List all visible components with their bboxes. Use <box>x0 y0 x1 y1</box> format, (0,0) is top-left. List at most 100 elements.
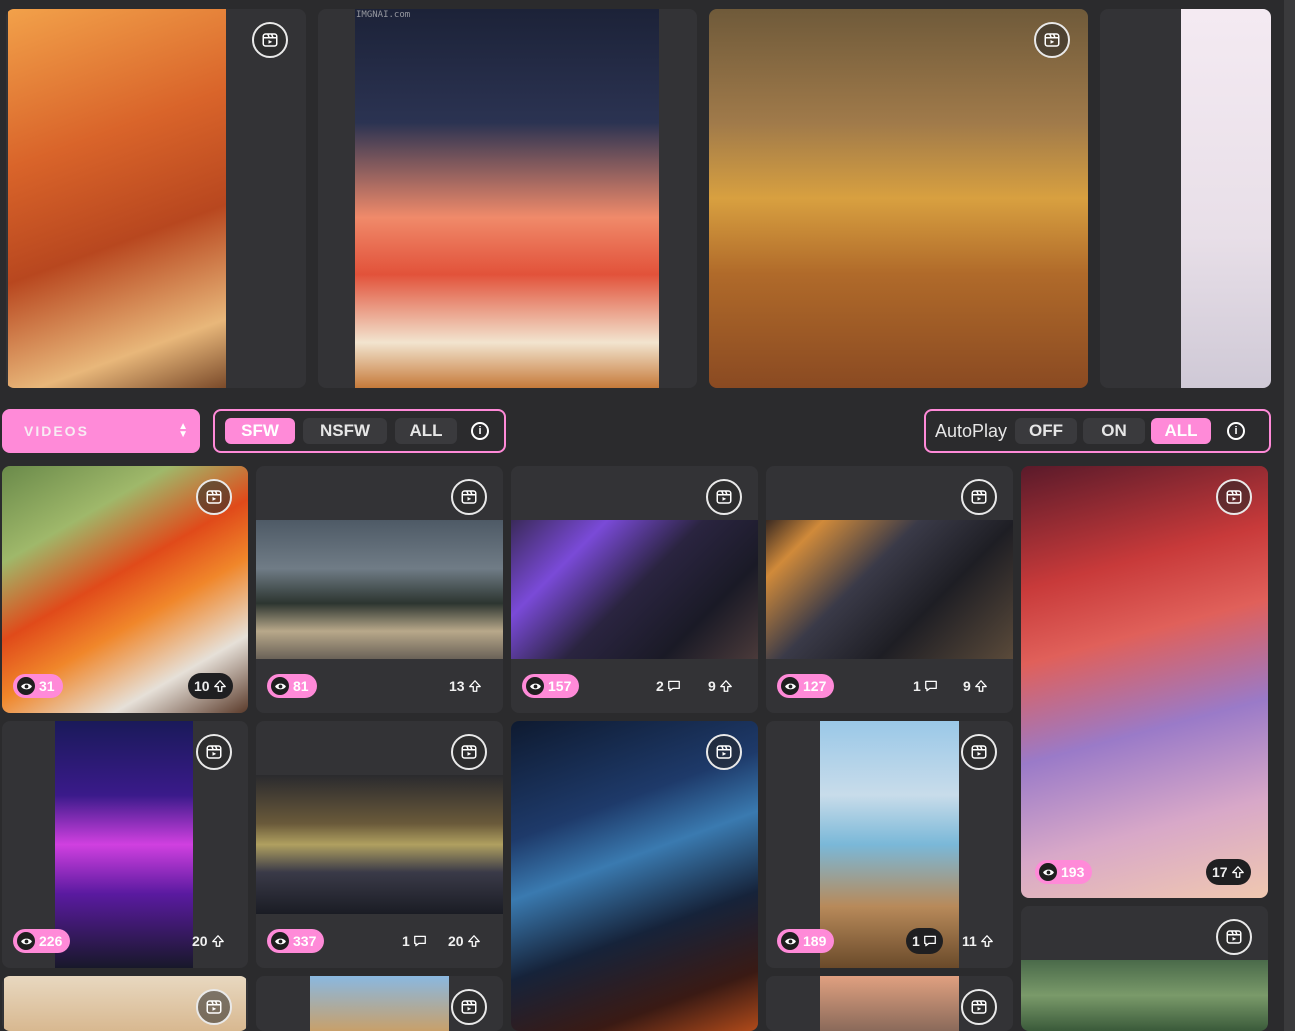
views-badge: 157 <box>522 674 580 698</box>
info-icon[interactable]: i <box>1227 422 1246 440</box>
feed-card-4[interactable]: 127 1 9 <box>766 466 1013 713</box>
likes-count[interactable]: 9 <box>963 678 988 694</box>
views-badge: 193 <box>1035 860 1093 884</box>
eye-icon <box>526 677 544 695</box>
video-icon[interactable] <box>196 479 232 515</box>
comments-count[interactable]: 2 <box>656 678 681 694</box>
autoplay-on[interactable]: ON <box>1083 418 1146 444</box>
likes-count[interactable]: 9 <box>708 678 733 694</box>
upvote-icon <box>211 934 225 948</box>
views-badge: 127 <box>777 674 835 698</box>
feed-card-12[interactable] <box>256 976 503 1031</box>
thumbnail-image <box>820 976 959 1031</box>
eye-icon <box>781 677 799 695</box>
watermark: IMGNAI.com <box>356 10 411 20</box>
filter-sfw[interactable]: SFW <box>225 418 295 444</box>
autoplay-all[interactable]: ALL <box>1151 418 1212 444</box>
thumbnail-image <box>55 721 193 968</box>
thumbnail-image <box>256 775 503 914</box>
feed-card-1[interactable]: 31 10 <box>2 466 248 713</box>
thumbnail-image <box>766 520 1013 659</box>
views-badge: 81 <box>267 674 317 698</box>
upvote-icon <box>719 679 733 693</box>
eye-icon <box>1039 863 1057 881</box>
views-badge: 189 <box>777 929 835 953</box>
likes-count[interactable]: 10 <box>188 673 233 699</box>
content-filter: SFW NSFW ALL i <box>213 409 506 453</box>
select-arrows-icon: ▲ ▼ <box>178 421 188 440</box>
feed-card-13[interactable] <box>766 976 1013 1031</box>
comment-icon <box>923 934 937 948</box>
video-icon[interactable] <box>1216 919 1252 955</box>
thumbnail-image <box>310 976 449 1031</box>
eye-icon <box>17 932 35 950</box>
filter-nsfw[interactable]: NSFW <box>303 418 387 444</box>
autoplay-label: AutoPlay <box>935 420 1008 441</box>
likes-count[interactable]: 17 <box>1206 859 1251 885</box>
video-icon[interactable] <box>706 479 742 515</box>
eye-icon <box>781 932 799 950</box>
eye-icon <box>17 677 35 695</box>
upvote-icon <box>468 679 482 693</box>
feed-card-8[interactable] <box>511 721 758 1031</box>
feed-card-9[interactable]: 189 1 11 <box>766 721 1013 968</box>
thumbnail-image <box>1021 960 1268 1031</box>
eye-icon <box>271 932 289 950</box>
video-icon[interactable] <box>252 22 288 58</box>
feed-card-top-1[interactable] <box>6 9 306 388</box>
thumbnail-image <box>511 520 758 659</box>
info-icon[interactable]: i <box>471 422 489 440</box>
feed-card-10[interactable] <box>1021 906 1268 1031</box>
views-badge: 226 <box>13 929 71 953</box>
comment-icon <box>667 679 681 693</box>
video-icon[interactable] <box>961 989 997 1025</box>
views-badge: 337 <box>267 929 325 953</box>
video-icon[interactable] <box>451 734 487 770</box>
thumbnail-image <box>1181 9 1271 388</box>
likes-count[interactable]: 11 <box>962 933 994 949</box>
type-select-value: VIDEOS <box>24 423 89 439</box>
comments-count[interactable]: 1 <box>402 933 427 949</box>
video-icon[interactable] <box>961 479 997 515</box>
eye-icon <box>271 677 289 695</box>
thumbnail-image <box>1021 466 1268 898</box>
video-icon[interactable] <box>196 989 232 1025</box>
scrollbar[interactable] <box>1284 0 1295 1031</box>
video-icon[interactable] <box>1216 479 1252 515</box>
comment-icon <box>924 679 938 693</box>
feed-card-top-4[interactable] <box>1100 9 1271 388</box>
feed-card-3[interactable]: 157 2 9 <box>511 466 758 713</box>
comment-icon <box>413 934 427 948</box>
feed-card-7[interactable]: 337 1 20 <box>256 721 503 968</box>
comments-count[interactable]: 1 <box>906 928 943 954</box>
upvote-icon <box>980 934 994 948</box>
thumbnail-image <box>709 9 1088 388</box>
views-badge: 31 <box>13 674 63 698</box>
type-select[interactable]: VIDEOS ▲ ▼ <box>2 409 200 453</box>
video-icon[interactable] <box>706 734 742 770</box>
likes-count[interactable]: 20 <box>448 933 481 949</box>
filter-all[interactable]: ALL <box>395 418 457 444</box>
thumbnail-image <box>355 9 659 388</box>
upvote-icon <box>467 934 481 948</box>
video-icon[interactable] <box>451 479 487 515</box>
feed-card-top-3[interactable] <box>709 9 1088 388</box>
upvote-icon <box>974 679 988 693</box>
thumbnail-image <box>8 9 226 388</box>
video-icon[interactable] <box>451 989 487 1025</box>
feed-card-2[interactable]: 81 13 <box>256 466 503 713</box>
likes-count[interactable]: 13 <box>449 678 482 694</box>
feed-card-6[interactable]: 226 20 <box>2 721 248 968</box>
likes-count[interactable]: 20 <box>192 933 225 949</box>
autoplay-off[interactable]: OFF <box>1015 418 1078 444</box>
feed-card-5[interactable]: 193 17 <box>1021 466 1268 898</box>
upvote-icon <box>1231 865 1245 879</box>
video-icon[interactable] <box>1034 22 1070 58</box>
video-icon[interactable] <box>196 734 232 770</box>
video-icon[interactable] <box>961 734 997 770</box>
upvote-icon <box>213 679 227 693</box>
comments-count[interactable]: 1 <box>913 678 938 694</box>
feed-card-top-2[interactable]: IMGNAI.com <box>318 9 697 388</box>
feed-card-11[interactable] <box>2 976 248 1031</box>
autoplay-filter: AutoPlay OFF ON ALL i <box>924 409 1271 453</box>
